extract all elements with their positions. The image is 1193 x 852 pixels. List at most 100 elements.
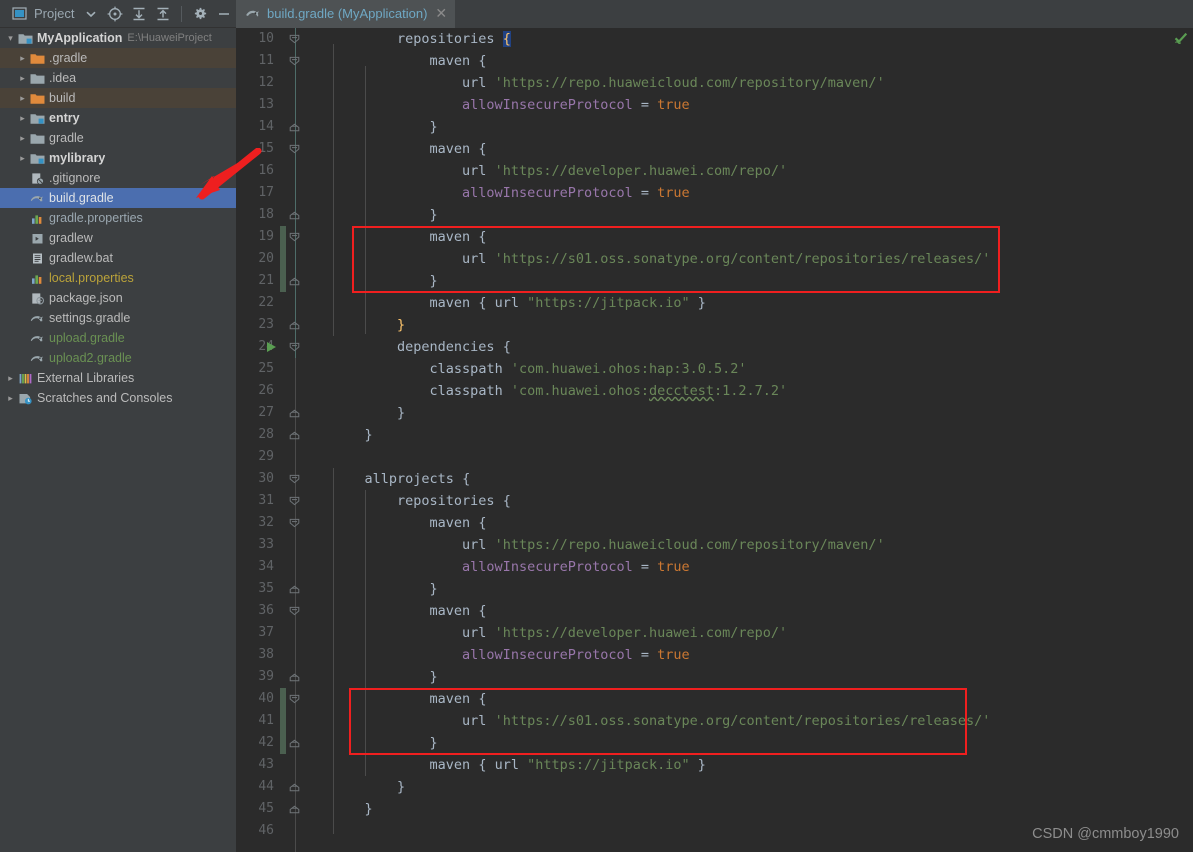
code-line[interactable]: 39 }	[236, 666, 1193, 688]
code-line[interactable]: 45 }	[236, 798, 1193, 820]
code-line[interactable]: 16 url 'https://developer.huawei.com/rep…	[236, 160, 1193, 182]
chevron-collapsed-icon[interactable]: ▸	[16, 153, 29, 164]
code-line[interactable]: 43 maven { url "https://jitpack.io" }	[236, 754, 1193, 776]
code-fold-marker[interactable]	[288, 600, 300, 622]
tree-row-gitignore[interactable]: .gitignore	[0, 168, 236, 188]
tree-row-gradle[interactable]: ▸ .gradle	[0, 48, 236, 68]
code-line[interactable]: 34 allowInsecureProtocol = true	[236, 556, 1193, 578]
code-line[interactable]: 37 url 'https://developer.huawei.com/rep…	[236, 622, 1193, 644]
code-line[interactable]: 27 }	[236, 402, 1193, 424]
code-fold-marker[interactable]	[288, 798, 300, 820]
code-line[interactable]: 33 url 'https://repo.huaweicloud.com/rep…	[236, 534, 1193, 556]
code-line[interactable]: 24 dependencies {	[236, 336, 1193, 358]
chevron-collapsed-icon[interactable]: ▸	[4, 373, 17, 384]
code-line[interactable]: 15 maven {	[236, 138, 1193, 160]
code-line[interactable]: 26 classpath 'com.huawei.ohos:decctest:1…	[236, 380, 1193, 402]
tree-row-external-libraries[interactable]: ▸ External Libraries	[0, 368, 236, 388]
inspection-ok-check-icon[interactable]	[1173, 30, 1189, 46]
tree-row-upload2-gradle[interactable]: upload2.gradle	[0, 348, 236, 368]
tree-row-local-properties[interactable]: local.properties	[0, 268, 236, 288]
run-gutter-icon[interactable]	[266, 341, 277, 353]
code-line[interactable]: 18 }	[236, 204, 1193, 226]
chevron-collapsed-icon[interactable]: ▸	[4, 393, 17, 404]
code-fold-marker[interactable]	[288, 578, 300, 600]
project-tree[interactable]: ▾ MyApplication E:\HuaweiProject ▸ .gradl…	[0, 28, 236, 852]
code-fold-marker[interactable]	[288, 336, 300, 358]
code-fold-marker[interactable]	[288, 776, 300, 798]
project-view-icon[interactable]	[8, 3, 30, 25]
code-line[interactable]: 28 }	[236, 424, 1193, 446]
vcs-change-marker[interactable]	[280, 732, 286, 754]
collapse-all-icon[interactable]	[152, 3, 174, 25]
code-editor[interactable]: 10 repositories {11 maven {12 url 'https…	[236, 28, 1193, 852]
code-line[interactable]: 21 }	[236, 270, 1193, 292]
code-line[interactable]: 10 repositories {	[236, 28, 1193, 50]
chevron-collapsed-icon[interactable]: ▸	[16, 73, 29, 84]
code-line[interactable]: 20 url 'https://s01.oss.sonatype.org/con…	[236, 248, 1193, 270]
tree-row-gradlew-bat[interactable]: gradlew.bat	[0, 248, 236, 268]
vcs-change-marker[interactable]	[280, 710, 286, 732]
tree-row-gradlew[interactable]: gradlew	[0, 228, 236, 248]
code-line[interactable]: 36 maven {	[236, 600, 1193, 622]
chevron-collapsed-icon[interactable]: ▸	[16, 53, 29, 64]
minimize-icon[interactable]	[213, 3, 235, 25]
vcs-change-marker[interactable]	[280, 248, 286, 270]
code-line[interactable]: 22 maven { url "https://jitpack.io" }	[236, 292, 1193, 314]
chevron-collapsed-icon[interactable]: ▸	[16, 93, 29, 104]
close-icon[interactable]: ✕	[435, 5, 447, 22]
code-line[interactable]: 23 }	[236, 314, 1193, 336]
code-fold-marker[interactable]	[288, 314, 300, 336]
code-line[interactable]: 19 maven {	[236, 226, 1193, 248]
chevron-expanded-icon[interactable]: ▾	[4, 33, 17, 44]
chevron-collapsed-icon[interactable]: ▸	[16, 133, 29, 144]
code-line[interactable]: 42 }	[236, 732, 1193, 754]
tree-row-build-gradle[interactable]: build.gradle	[0, 188, 236, 208]
code-line[interactable]: 30 allprojects {	[236, 468, 1193, 490]
tree-row-settings-gradle[interactable]: settings.gradle	[0, 308, 236, 328]
vcs-change-marker[interactable]	[280, 226, 286, 248]
code-fold-marker[interactable]	[288, 490, 300, 512]
code-line[interactable]: 31 repositories {	[236, 490, 1193, 512]
tree-row-gradle-properties[interactable]: gradle.properties	[0, 208, 236, 228]
code-line[interactable]: 44 }	[236, 776, 1193, 798]
code-line[interactable]: 14 }	[236, 116, 1193, 138]
chevron-collapsed-icon[interactable]: ▸	[16, 113, 29, 124]
code-line[interactable]: 40 maven {	[236, 688, 1193, 710]
tree-row-entry[interactable]: ▸ entry	[0, 108, 236, 128]
code-fold-marker[interactable]	[288, 688, 300, 710]
code-line[interactable]: 29	[236, 446, 1193, 468]
project-panel-title[interactable]: Project	[32, 6, 78, 21]
code-fold-marker[interactable]	[288, 226, 300, 248]
code-fold-marker[interactable]	[288, 424, 300, 446]
vcs-change-marker[interactable]	[280, 270, 286, 292]
chevron-down-icon[interactable]	[80, 3, 102, 25]
code-line[interactable]: 38 allowInsecureProtocol = true	[236, 644, 1193, 666]
tree-row-upload-gradle[interactable]: upload.gradle	[0, 328, 236, 348]
code-fold-marker[interactable]	[288, 512, 300, 534]
code-fold-marker[interactable]	[288, 666, 300, 688]
code-fold-marker[interactable]	[288, 116, 300, 138]
code-line[interactable]: 13 allowInsecureProtocol = true	[236, 94, 1193, 116]
editor-tab-build-gradle[interactable]: build.gradle (MyApplication) ✕	[236, 0, 456, 28]
code-line[interactable]: 35 }	[236, 578, 1193, 600]
tree-row-root[interactable]: ▾ MyApplication E:\HuaweiProject	[0, 28, 236, 48]
code-fold-marker[interactable]	[288, 402, 300, 424]
code-fold-marker[interactable]	[288, 468, 300, 490]
vcs-change-marker[interactable]	[280, 688, 286, 710]
code-line[interactable]: 25 classpath 'com.huawei.ohos:hap:3.0.5.…	[236, 358, 1193, 380]
code-fold-marker[interactable]	[288, 50, 300, 72]
code-fold-marker[interactable]	[288, 270, 300, 292]
tree-row-mylibrary[interactable]: ▸ mylibrary	[0, 148, 236, 168]
tree-row-idea[interactable]: ▸ .idea	[0, 68, 236, 88]
tree-row-package-json[interactable]: package.json	[0, 288, 236, 308]
code-line[interactable]: 12 url 'https://repo.huaweicloud.com/rep…	[236, 72, 1193, 94]
tree-row-build[interactable]: ▸ build	[0, 88, 236, 108]
code-fold-marker[interactable]	[288, 732, 300, 754]
code-line[interactable]: 32 maven {	[236, 512, 1193, 534]
code-line[interactable]: 17 allowInsecureProtocol = true	[236, 182, 1193, 204]
code-line[interactable]: 41 url 'https://s01.oss.sonatype.org/con…	[236, 710, 1193, 732]
code-fold-marker[interactable]	[288, 204, 300, 226]
tree-row-gradle[interactable]: ▸ gradle	[0, 128, 236, 148]
code-fold-marker[interactable]	[288, 138, 300, 160]
gear-icon[interactable]	[189, 3, 211, 25]
